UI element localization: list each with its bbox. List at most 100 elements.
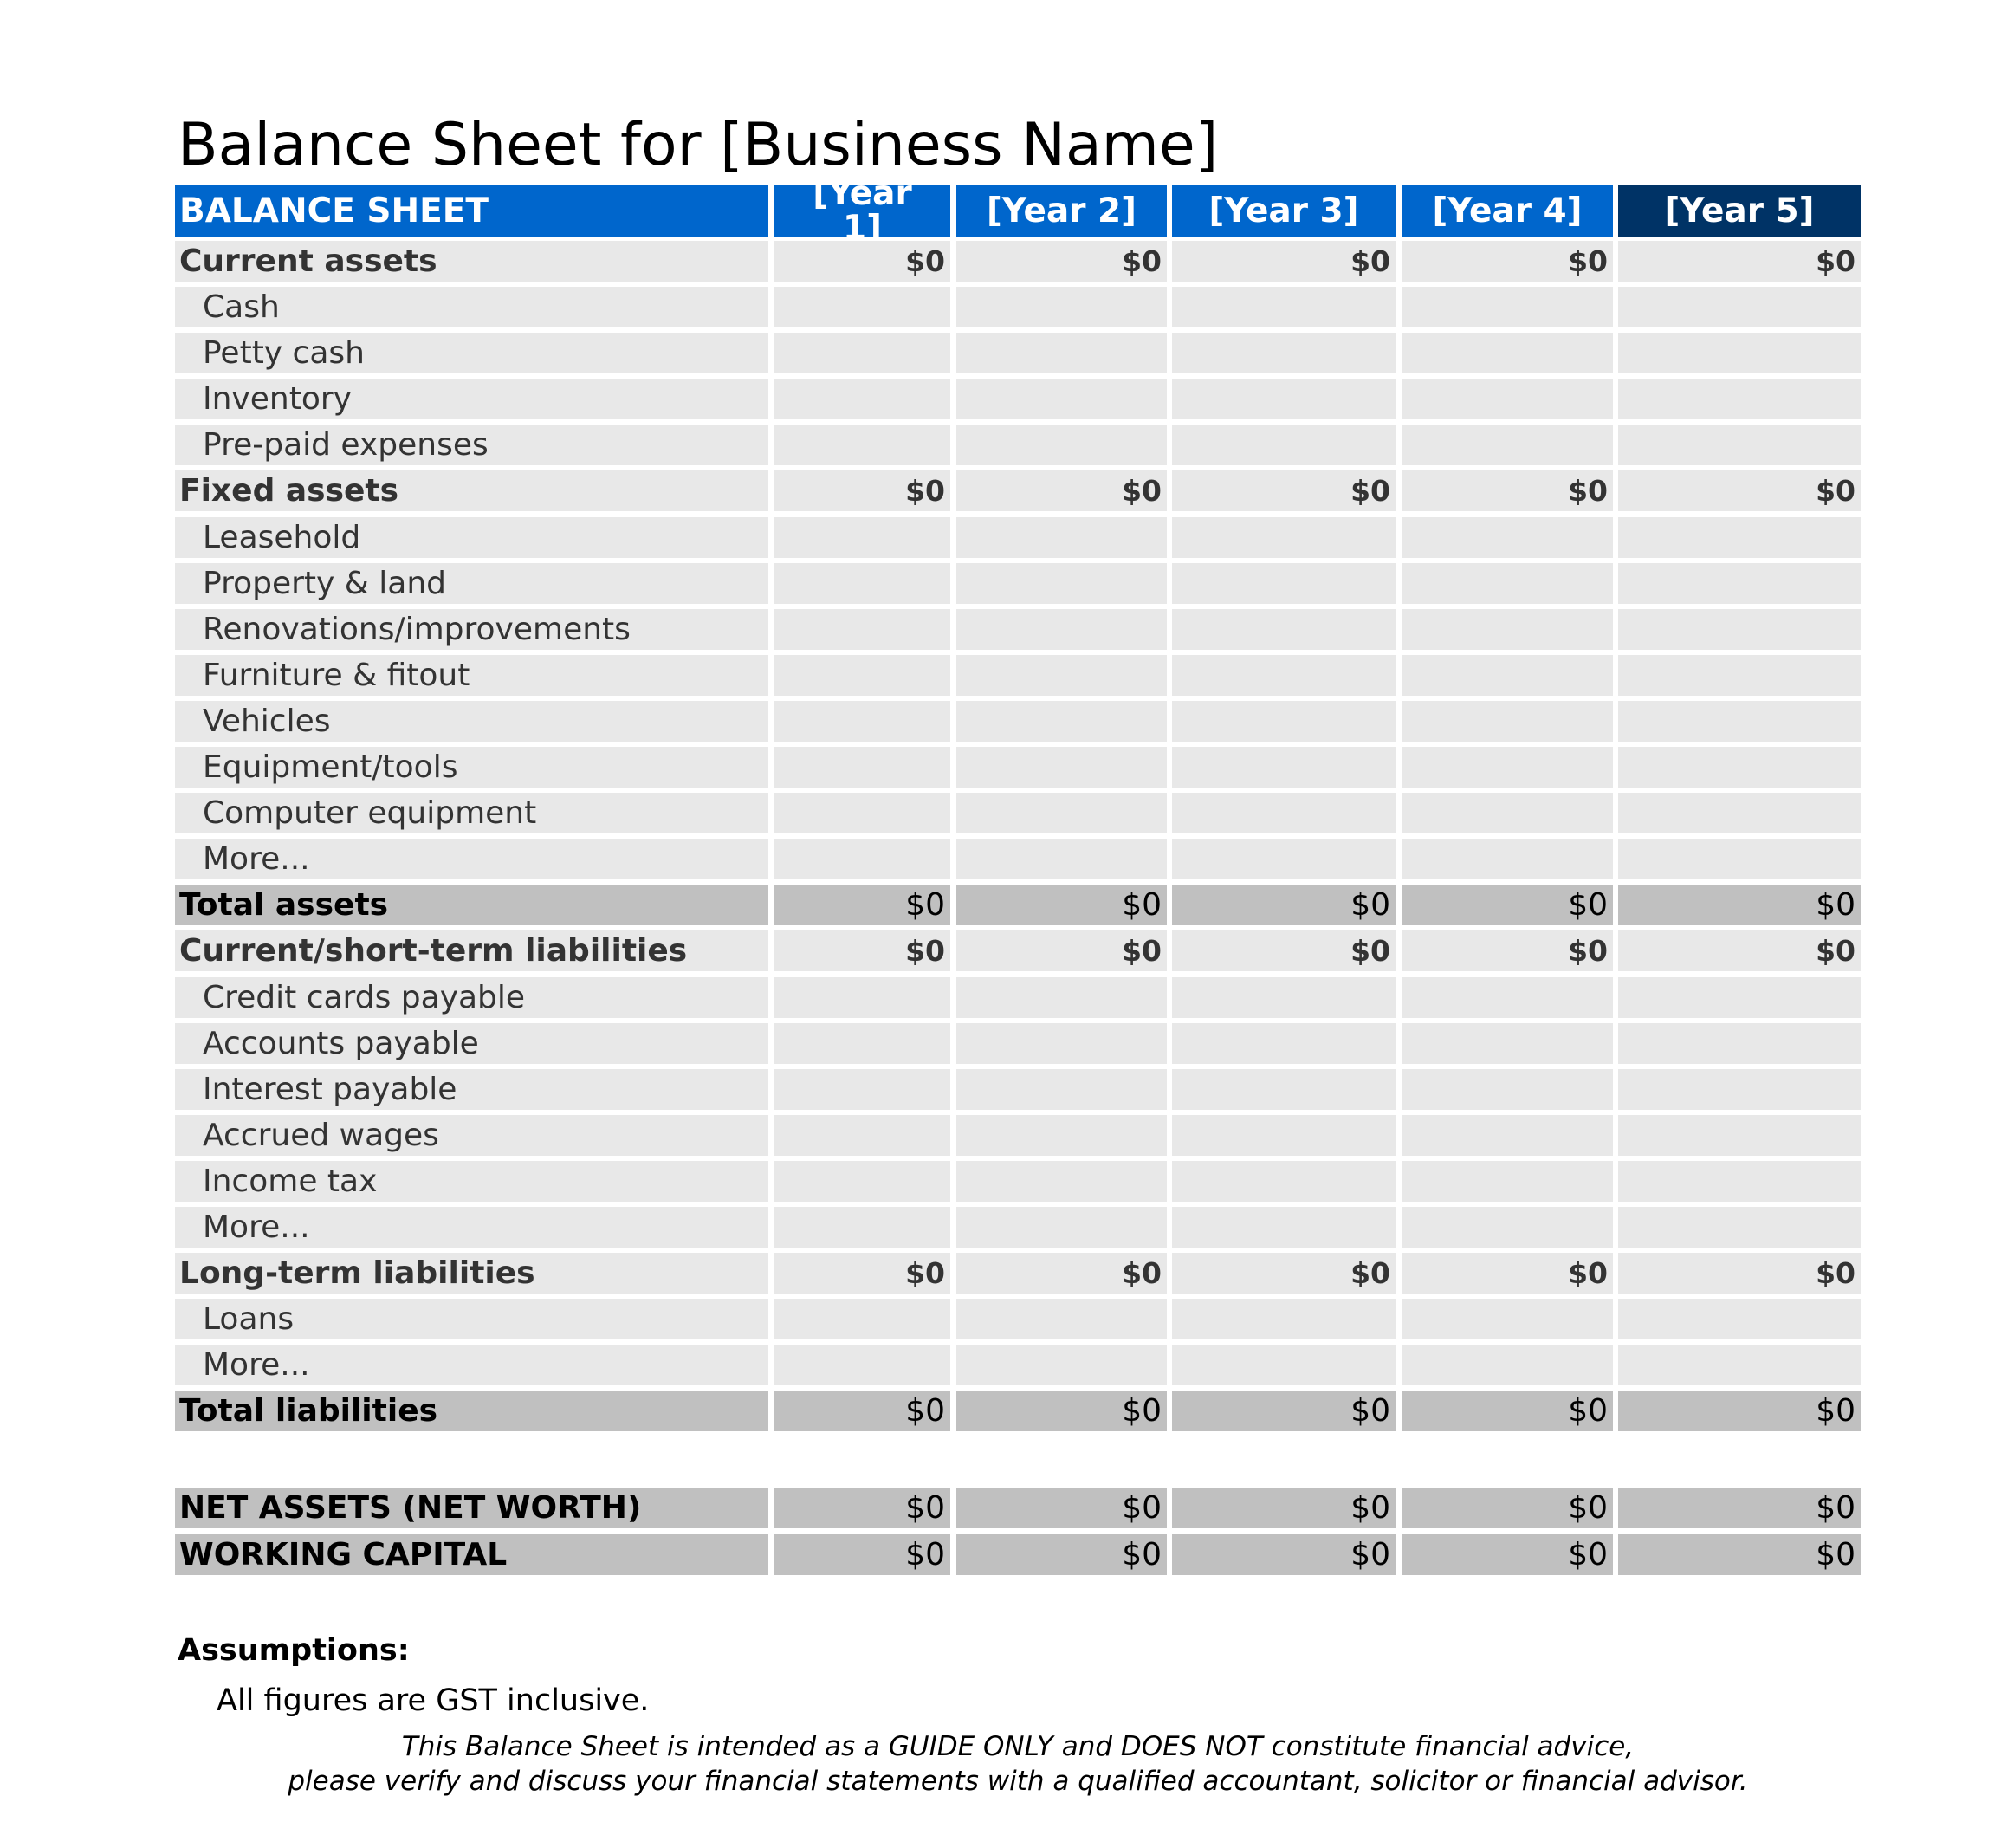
value-cell-year-1[interactable]: $0 — [774, 1488, 950, 1529]
value-cell-year-1[interactable] — [774, 1345, 950, 1386]
value-cell-year-1[interactable] — [774, 425, 950, 466]
value-cell-year-2[interactable]: $0 — [956, 1391, 1167, 1432]
value-cell-year-2[interactable]: $0 — [956, 885, 1167, 926]
header-year-2[interactable]: [Year 2] — [956, 185, 1167, 237]
value-cell-year-5[interactable] — [1618, 379, 1861, 420]
value-cell-year-1[interactable] — [774, 287, 950, 328]
value-cell-year-2[interactable] — [956, 287, 1167, 328]
value-cell-year-3[interactable]: $0 — [1172, 470, 1396, 512]
value-cell-year-4[interactable] — [1402, 1206, 1613, 1248]
value-cell-year-2[interactable] — [956, 700, 1167, 742]
value-cell-year-4[interactable] — [1402, 287, 1613, 328]
value-cell-year-1[interactable]: $0 — [774, 1253, 950, 1294]
value-cell-year-2[interactable] — [956, 1345, 1167, 1386]
value-cell-year-5[interactable] — [1618, 1160, 1861, 1202]
value-cell-year-3[interactable] — [1172, 287, 1396, 328]
value-cell-year-2[interactable] — [956, 1068, 1167, 1110]
value-cell-year-1[interactable]: $0 — [774, 885, 950, 926]
header-year-5[interactable]: [Year 5] — [1618, 185, 1861, 237]
value-cell-year-1[interactable] — [774, 608, 950, 650]
value-cell-year-5[interactable] — [1618, 747, 1861, 788]
value-cell-year-2[interactable] — [956, 333, 1167, 374]
value-cell-year-1[interactable] — [774, 1114, 950, 1156]
value-cell-year-3[interactable] — [1172, 1068, 1396, 1110]
value-cell-year-2[interactable] — [956, 839, 1167, 880]
value-cell-year-4[interactable] — [1402, 976, 1613, 1018]
value-cell-year-5[interactable]: $0 — [1618, 470, 1861, 512]
header-year-1[interactable]: [Year 1] — [774, 185, 950, 237]
value-cell-year-4[interactable]: $0 — [1402, 1391, 1613, 1432]
value-cell-year-1[interactable]: $0 — [774, 241, 950, 282]
value-cell-year-5[interactable] — [1618, 1114, 1861, 1156]
value-cell-year-2[interactable]: $0 — [956, 1488, 1167, 1529]
value-cell-year-3[interactable] — [1172, 1160, 1396, 1202]
value-cell-year-3[interactable] — [1172, 1114, 1396, 1156]
value-cell-year-5[interactable] — [1618, 1206, 1861, 1248]
value-cell-year-4[interactable]: $0 — [1402, 1253, 1613, 1294]
value-cell-year-1[interactable] — [774, 700, 950, 742]
value-cell-year-3[interactable] — [1172, 333, 1396, 374]
value-cell-year-2[interactable]: $0 — [956, 470, 1167, 512]
value-cell-year-1[interactable] — [774, 747, 950, 788]
header-year-4[interactable]: [Year 4] — [1402, 185, 1613, 237]
value-cell-year-1[interactable] — [774, 1022, 950, 1064]
value-cell-year-4[interactable]: $0 — [1402, 241, 1613, 282]
value-cell-year-3[interactable] — [1172, 793, 1396, 834]
value-cell-year-1[interactable] — [774, 516, 950, 558]
value-cell-year-5[interactable]: $0 — [1618, 1253, 1861, 1294]
value-cell-year-3[interactable] — [1172, 747, 1396, 788]
value-cell-year-2[interactable] — [956, 1160, 1167, 1202]
value-cell-year-4[interactable] — [1402, 379, 1613, 420]
value-cell-year-1[interactable] — [774, 1068, 950, 1110]
value-cell-year-5[interactable] — [1618, 333, 1861, 374]
value-cell-year-2[interactable] — [956, 1206, 1167, 1248]
value-cell-year-5[interactable] — [1618, 700, 1861, 742]
value-cell-year-5[interactable]: $0 — [1618, 885, 1861, 926]
value-cell-year-5[interactable] — [1618, 976, 1861, 1018]
value-cell-year-4[interactable]: $0 — [1402, 930, 1613, 972]
value-cell-year-4[interactable] — [1402, 700, 1613, 742]
value-cell-year-5[interactable] — [1618, 562, 1861, 604]
value-cell-year-2[interactable]: $0 — [956, 1534, 1167, 1575]
value-cell-year-3[interactable] — [1172, 1206, 1396, 1248]
value-cell-year-5[interactable]: $0 — [1618, 241, 1861, 282]
value-cell-year-2[interactable]: $0 — [956, 1253, 1167, 1294]
value-cell-year-4[interactable]: $0 — [1402, 1488, 1613, 1529]
value-cell-year-1[interactable] — [774, 1160, 950, 1202]
value-cell-year-3[interactable] — [1172, 1299, 1396, 1340]
value-cell-year-5[interactable] — [1618, 654, 1861, 696]
value-cell-year-3[interactable]: $0 — [1172, 885, 1396, 926]
value-cell-year-3[interactable] — [1172, 379, 1396, 420]
value-cell-year-4[interactable] — [1402, 333, 1613, 374]
value-cell-year-5[interactable] — [1618, 1345, 1861, 1386]
header-year-3[interactable]: [Year 3] — [1172, 185, 1396, 237]
value-cell-year-4[interactable] — [1402, 1345, 1613, 1386]
value-cell-year-2[interactable] — [956, 425, 1167, 466]
value-cell-year-1[interactable]: $0 — [774, 1391, 950, 1432]
value-cell-year-5[interactable]: $0 — [1618, 1534, 1861, 1575]
value-cell-year-2[interactable] — [956, 793, 1167, 834]
value-cell-year-3[interactable] — [1172, 976, 1396, 1018]
value-cell-year-1[interactable] — [774, 1206, 950, 1248]
value-cell-year-2[interactable] — [956, 976, 1167, 1018]
value-cell-year-3[interactable]: $0 — [1172, 1253, 1396, 1294]
value-cell-year-1[interactable] — [774, 839, 950, 880]
value-cell-year-4[interactable]: $0 — [1402, 1534, 1613, 1575]
value-cell-year-5[interactable] — [1618, 287, 1861, 328]
value-cell-year-2[interactable] — [956, 562, 1167, 604]
value-cell-year-1[interactable]: $0 — [774, 930, 950, 972]
value-cell-year-1[interactable]: $0 — [774, 470, 950, 512]
value-cell-year-5[interactable]: $0 — [1618, 1488, 1861, 1529]
value-cell-year-4[interactable] — [1402, 608, 1613, 650]
value-cell-year-4[interactable] — [1402, 747, 1613, 788]
value-cell-year-3[interactable] — [1172, 654, 1396, 696]
value-cell-year-5[interactable] — [1618, 839, 1861, 880]
value-cell-year-4[interactable] — [1402, 516, 1613, 558]
value-cell-year-1[interactable] — [774, 1299, 950, 1340]
value-cell-year-1[interactable] — [774, 793, 950, 834]
value-cell-year-4[interactable] — [1402, 1160, 1613, 1202]
value-cell-year-2[interactable] — [956, 1114, 1167, 1156]
value-cell-year-5[interactable] — [1618, 1299, 1861, 1340]
value-cell-year-2[interactable]: $0 — [956, 930, 1167, 972]
value-cell-year-4[interactable] — [1402, 654, 1613, 696]
